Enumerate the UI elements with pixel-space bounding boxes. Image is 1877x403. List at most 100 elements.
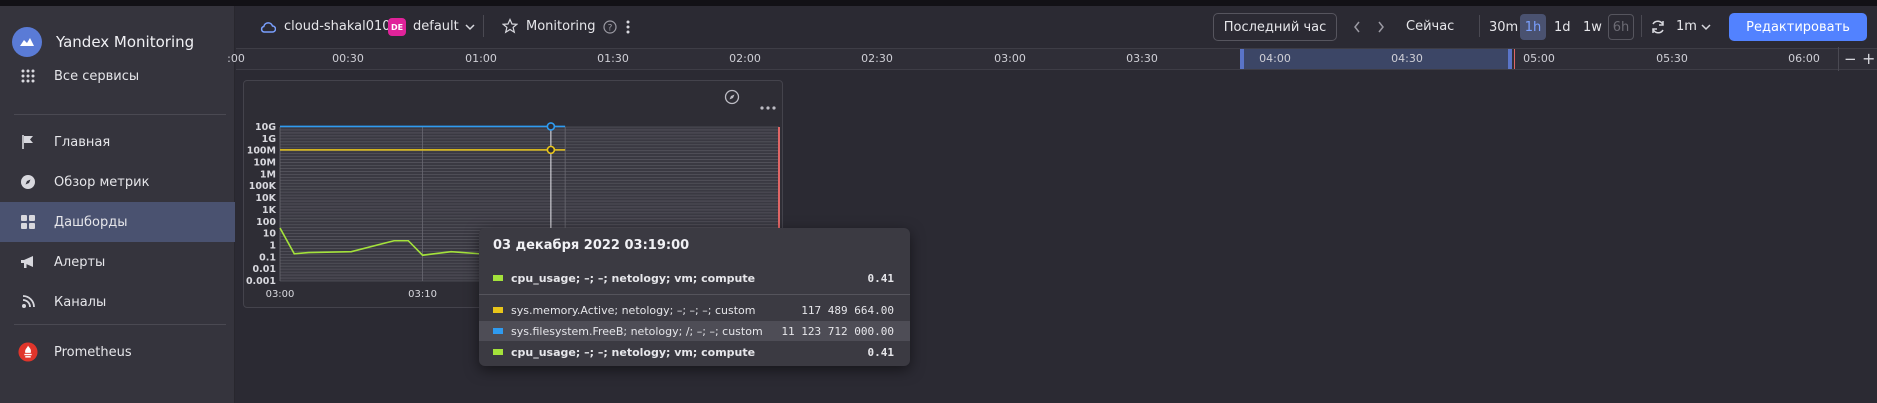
tooltip-series-value: 0.41: [867, 345, 895, 359]
now-button[interactable]: Сейчас: [1406, 19, 1454, 34]
sidebar: Yandex Monitoring Все сервисы Главная Об…: [0, 6, 235, 403]
nav-all-services[interactable]: Все сервисы: [0, 56, 235, 96]
tooltip-row: sys.filesystem.FreeB; netology; /; –; –;…: [479, 321, 910, 341]
divider: [483, 15, 484, 37]
tooltip-row: cpu_usage; –; –; netology; vm; compute 0…: [479, 342, 910, 362]
range-6h-button[interactable]: 6h: [1608, 14, 1634, 40]
y-tick-label: 100: [256, 217, 276, 228]
series-swatch: [493, 328, 503, 334]
tooltip-series-value: 0.41: [867, 271, 895, 285]
nav-label: Prometheus: [54, 344, 132, 360]
series-swatch: [493, 349, 503, 355]
tooltip-row: cpu_usage; –; –; netology; vm; compute 0…: [479, 268, 910, 288]
edit-button[interactable]: Редактировать: [1729, 13, 1867, 41]
chevron-left-icon[interactable]: [1352, 20, 1362, 38]
y-tick-label: 0.01: [253, 264, 276, 275]
chevron-down-icon[interactable]: [464, 21, 476, 36]
now-marker: [1514, 49, 1515, 69]
tooltip-title: 03 декабря 2022 03:19:00: [493, 238, 690, 253]
series-swatch: [493, 307, 503, 313]
timeline-ruler[interactable]: :00 00:30 01:00 01:30 02:00 02:30 03:00 …: [227, 47, 1877, 71]
grid-icon: [18, 66, 38, 86]
divider: [1641, 15, 1642, 37]
selection-left-handle[interactable]: [1240, 49, 1244, 69]
y-tick-label: 1: [269, 240, 276, 251]
chevron-down-icon[interactable]: [1700, 21, 1712, 36]
divider: [14, 324, 226, 325]
range-1h-button[interactable]: 1h: [1520, 14, 1546, 40]
y-tick-label: 10: [263, 229, 277, 240]
header: cloud-shakal010 DE default Monitoring ? …: [236, 6, 1877, 48]
refresh-icon[interactable]: [1650, 19, 1666, 39]
tooltip-series-name: cpu_usage; –; –; netology; vm; compute: [511, 345, 756, 359]
tooltip-series-name: cpu_usage; –; –; netology; vm; compute: [511, 271, 756, 285]
timeline-label: 02:00: [729, 52, 761, 65]
x-tick-label: 03:10: [408, 289, 437, 300]
yandex-monitoring-logo-icon: [12, 27, 42, 57]
cloud-icon: [260, 20, 277, 38]
nav-metrics-overview[interactable]: Обзор метрик: [0, 162, 235, 202]
nav-label: Дашборды: [54, 214, 128, 230]
y-tick-label: 1M: [260, 169, 276, 180]
prometheus-icon: [18, 342, 38, 362]
tooltip-series-value: 117 489 664.00: [801, 303, 894, 317]
nav-home[interactable]: Главная: [0, 122, 235, 162]
chevron-right-icon[interactable]: [1376, 20, 1386, 38]
zoom-out-button[interactable]: −: [1844, 50, 1857, 68]
compass-icon: [18, 172, 38, 192]
cloud-name-link[interactable]: cloud-shakal010: [284, 19, 391, 34]
timeline-label: 05:00: [1523, 52, 1555, 65]
divider: [14, 114, 226, 115]
star-icon[interactable]: [501, 18, 519, 38]
nav-label: Каналы: [54, 294, 107, 310]
channels-icon: [18, 292, 38, 312]
nav-dashboards[interactable]: Дашборды: [0, 202, 235, 242]
y-tick-label: 100M: [247, 146, 276, 157]
y-tick-label: 10M: [253, 158, 276, 169]
nav-label: Главная: [54, 134, 111, 150]
series-swatch: [493, 275, 503, 281]
timeline-label: 02:30: [861, 52, 893, 65]
more-vertical-icon[interactable]: [625, 19, 631, 39]
range-1d-button[interactable]: 1d: [1550, 14, 1575, 40]
timeline-label: 03:30: [1126, 52, 1158, 65]
range-30m-button[interactable]: 30m: [1485, 14, 1522, 40]
y-tick-label: 10K: [255, 193, 276, 204]
svg-text:?: ?: [608, 24, 613, 34]
refresh-interval-select[interactable]: 1m: [1676, 19, 1697, 34]
nav-label: Все сервисы: [54, 68, 140, 84]
chart-tooltip: 03 декабря 2022 03:19:00 cpu_usage; –; –…: [479, 228, 910, 366]
timeline-label: 01:30: [597, 52, 629, 65]
y-tick-label: 0.1: [259, 252, 276, 263]
timeline-label: 04:30: [1391, 52, 1423, 65]
folder-name-link[interactable]: default: [413, 19, 459, 34]
zoom-in-button[interactable]: +: [1862, 49, 1875, 68]
timeline-label: 01:00: [465, 52, 497, 65]
timeline-label: 00:30: [332, 52, 364, 65]
nav-alerts[interactable]: Алерты: [0, 242, 235, 282]
nav-channels[interactable]: Каналы: [0, 282, 235, 322]
tooltip-series-name: sys.memory.Active; netology; –; –; –; cu…: [511, 303, 756, 317]
timeline-label: 03:00: [994, 52, 1026, 65]
selection-right-handle[interactable]: [1508, 49, 1512, 69]
timeline-label: 04:00: [1259, 52, 1291, 65]
y-tick-label: 1K: [262, 205, 277, 216]
time-range-button[interactable]: Последний час: [1213, 13, 1337, 41]
y-tick-label: 1G: [262, 134, 277, 145]
nav-label: Обзор метрик: [54, 174, 150, 190]
y-tick-label: 10G: [255, 122, 276, 133]
divider: [1838, 47, 1839, 71]
hover-point: [546, 145, 556, 155]
timeline-label: 06:00: [1788, 52, 1820, 65]
divider: [479, 294, 910, 295]
tooltip-series-value: 11 123 712 000.00: [781, 324, 894, 338]
help-icon[interactable]: ?: [603, 20, 617, 38]
nav-prometheus[interactable]: Prometheus: [0, 332, 235, 372]
app-title: Yandex Monitoring: [56, 33, 195, 51]
x-tick-label: 03:00: [266, 289, 295, 300]
dashboard-icon: [18, 212, 38, 232]
divider: [1479, 15, 1480, 37]
range-1w-button[interactable]: 1w: [1579, 14, 1606, 40]
nav-label: Алерты: [54, 254, 106, 270]
timeline-label: 05:30: [1656, 52, 1688, 65]
